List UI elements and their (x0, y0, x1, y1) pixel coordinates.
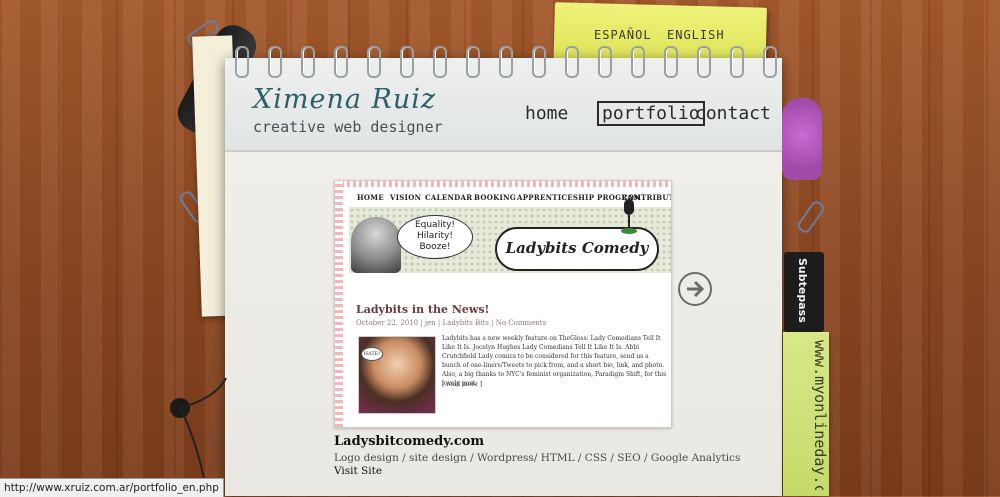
preview-nav-item: HOME (357, 193, 384, 202)
paperclip-icon (795, 199, 827, 235)
subtepass-label: Subtepass (796, 258, 809, 323)
project-tags: Logo design / site design / Wordpress/ H… (334, 452, 741, 464)
next-arrow-icon[interactable] (678, 272, 712, 306)
plush-monster-decoration (782, 98, 822, 180)
preview-banner: Equality! Hilarity! Booze! Ladybits Come… (349, 199, 671, 273)
preview-post-body: Ladybits has a new weekly feature on The… (442, 335, 667, 387)
preview-nav-item: CALENDAR (425, 193, 473, 202)
nav-home-link[interactable]: home (525, 103, 568, 124)
language-english-link[interactable]: ENGLISH (667, 28, 725, 42)
visit-site-link[interactable]: Visit Site (334, 465, 382, 477)
preview-post-title: Ladybits in the News! (356, 303, 490, 316)
language-spanish-link[interactable]: ESPAÑOL (594, 28, 652, 42)
speech-line: Booze! (419, 242, 451, 252)
site-logo-name[interactable]: Ximena Ruiz (253, 84, 436, 115)
speech-line: Hilarity! (417, 231, 453, 241)
preview-photo-badge: HATE! (361, 347, 383, 361)
browser-status-bar: http://www.xruiz.com.ar/portfolio_en.php (0, 478, 224, 497)
microphone-icon (621, 199, 637, 234)
preview-border-stripe (335, 181, 671, 187)
site-tagline: creative web designer (253, 118, 443, 136)
preview-nav-item: VISION (390, 193, 422, 202)
preview-border-stripe (335, 181, 343, 427)
spiral-binding (229, 46, 779, 78)
sticky-note-text: www.myonlineday.com (811, 340, 829, 490)
preview-person-image (351, 217, 401, 273)
preview-nav-item: BOOKING (474, 193, 517, 202)
nav-portfolio-link[interactable]: portfolio (597, 101, 705, 126)
project-title: Ladysbitcomedy.com (334, 434, 485, 449)
nav-contact-link[interactable]: contact (695, 103, 771, 124)
preview-post-photo: HATE! (358, 336, 436, 414)
preview-post-meta: October 22, 2010 | jen | Ladybits Bits |… (356, 319, 547, 327)
portfolio-preview-image[interactable]: HOME VISION CALENDAR BOOKING APPRENTICES… (334, 180, 672, 428)
preview-read-more: [ read more ] (442, 381, 482, 388)
speech-line: Equality! (414, 220, 456, 230)
preview-speech-bubble: Equality! Hilarity! Booze! (397, 215, 473, 259)
